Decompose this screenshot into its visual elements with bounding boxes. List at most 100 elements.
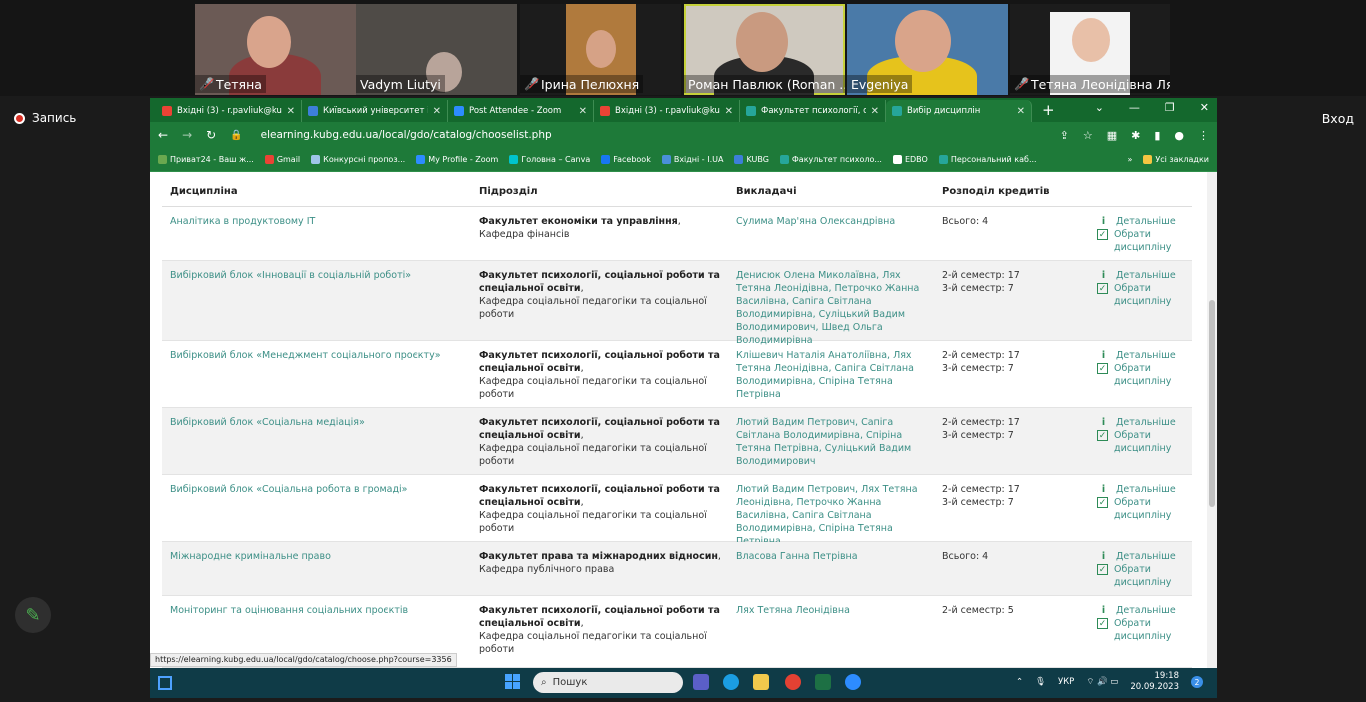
microphone-icon[interactable]: 🎙	[1035, 677, 1046, 687]
menu-kebab-icon[interactable]: ⋮	[1198, 129, 1209, 142]
teachers-links[interactable]: Сулима Мар'яна Олександрівна	[736, 215, 932, 228]
bookmark-item[interactable]: Приват24 - Ваш ж...	[158, 155, 254, 164]
participant-tile[interactable]: Evgeniya	[847, 4, 1008, 95]
participant-tile[interactable]: Vadym Liutyi	[356, 4, 517, 95]
close-tab-icon[interactable]: ✕	[433, 106, 441, 117]
more-bookmarks-button[interactable]: »	[1127, 155, 1132, 164]
participant-tile[interactable]: 🎤̸ Тетяна	[195, 4, 356, 95]
teams-icon[interactable]	[693, 674, 709, 690]
bookmark-item[interactable]: Головна – Canva	[509, 155, 590, 164]
reload-icon[interactable]: ↻	[206, 128, 216, 142]
scrollbar-thumb[interactable]	[1209, 300, 1215, 507]
bookmark-item[interactable]: Facebook	[601, 155, 651, 164]
discipline-link[interactable]: Аналітика в продуктовому IT	[170, 215, 470, 228]
maximize-icon[interactable]: ❐	[1165, 101, 1175, 114]
details-link[interactable]: i Детальніше	[1097, 269, 1187, 282]
bookmark-item[interactable]: Персональний каб...	[938, 155, 1037, 164]
discipline-link[interactable]: Вибірковий блок «Інновації в соціальній …	[170, 269, 470, 282]
teachers-links[interactable]: Лютий Вадим Петрович, Лях Тетяна Леоніді…	[736, 483, 932, 548]
discipline-link[interactable]: Вибірковий блок «Менеджмент соціального …	[170, 349, 470, 362]
windows-start-icon[interactable]	[505, 674, 520, 689]
chevron-up-icon[interactable]: ⌃	[1016, 677, 1023, 687]
details-link[interactable]: i Детальніше	[1097, 483, 1187, 496]
annotate-pencil-button[interactable]: ✎	[15, 597, 51, 633]
details-link[interactable]: i Детальніше	[1097, 550, 1187, 563]
details-link[interactable]: i Детальніше	[1097, 416, 1187, 429]
minimize-icon[interactable]: —	[1129, 101, 1140, 114]
credit-line: 2-й семестр: 17	[942, 350, 1020, 361]
file-explorer-icon[interactable]	[753, 674, 769, 690]
choose-discipline-link[interactable]: ✓ Обрати дисципліну	[1097, 282, 1187, 308]
close-tab-icon[interactable]: ✕	[725, 106, 733, 117]
teachers-links[interactable]: Денисюк Олена Миколаївна, Лях Тетяна Лео…	[736, 269, 932, 347]
choose-discipline-link[interactable]: ✓ Обрати дисципліну	[1097, 228, 1187, 254]
excel-icon[interactable]	[815, 674, 831, 690]
taskbar-search-box[interactable]: ⌕ Пошук	[533, 672, 683, 693]
bookmark-item[interactable]: Конкурсні пропоз...	[311, 155, 405, 164]
edge-icon[interactable]	[723, 674, 739, 690]
discipline-link[interactable]: Моніторинг та оцінювання соціальних проє…	[170, 604, 470, 617]
details-link[interactable]: i Детальніше	[1097, 604, 1187, 617]
url-field[interactable]: elearning.kubg.edu.ua/local/gdo/catalog/…	[261, 129, 552, 141]
extension-icon[interactable]: ▦	[1107, 129, 1117, 142]
new-tab-button[interactable]: +	[1032, 101, 1065, 122]
browser-tab-active[interactable]: Вибір дисциплін ✕	[886, 100, 1032, 122]
browser-tab[interactable]: Факультет психології, соціа ✕	[740, 100, 886, 122]
clock[interactable]: 19:18 20.09.2023	[1130, 671, 1179, 693]
bookmark-star-icon[interactable]: ☆	[1083, 129, 1093, 142]
exit-button[interactable]: Вход	[1322, 111, 1354, 126]
browser-tab[interactable]: Київський університет імені ✕	[302, 100, 448, 122]
participant-tile[interactable]: 🎤̸ Ірина Пелюхня	[520, 4, 681, 95]
details-link[interactable]: i Детальніше	[1097, 349, 1187, 362]
choose-discipline-link[interactable]: ✓ Обрати дисципліну	[1097, 496, 1187, 522]
puzzle-icon[interactable]: ✱	[1131, 129, 1140, 142]
teachers-links[interactable]: Лютий Вадим Петрович, Сапіга Світлана Во…	[736, 416, 932, 468]
discipline-link[interactable]: Вибірковий блок «Соціальна медіація»	[170, 416, 470, 429]
language-indicator[interactable]: УКР	[1058, 677, 1074, 687]
profile-avatar[interactable]: ●	[1174, 129, 1184, 142]
all-bookmarks-button[interactable]: Усі закладки	[1143, 155, 1209, 164]
globe-icon	[892, 155, 902, 164]
discipline-link[interactable]: Вибірковий блок «Соціальна робота в гром…	[170, 483, 470, 496]
notification-badge[interactable]: 2	[1191, 676, 1203, 688]
bookmark-item[interactable]: Вхідні - I.UA	[661, 155, 723, 164]
browser-tab[interactable]: Вхідні (3) - r.pavliuk@kubg ✕	[156, 100, 302, 122]
department-cell: Факультет психології, соціальної роботи …	[479, 350, 720, 400]
forward-arrow-icon[interactable]: →	[182, 128, 192, 142]
chrome-icon[interactable]	[785, 674, 801, 690]
close-tab-icon[interactable]: ✕	[287, 106, 295, 117]
bookmark-item[interactable]: KUBG	[734, 155, 769, 164]
participant-tile[interactable]: 🎤̸ Тетяна Леонідівна Лях	[1010, 4, 1170, 95]
close-tab-icon[interactable]: ✕	[871, 106, 879, 117]
chevron-down-icon[interactable]: ⌄	[1095, 101, 1104, 114]
zoom-icon[interactable]	[845, 674, 861, 690]
bookmark-item[interactable]: EDBO	[892, 155, 928, 164]
checkbox-icon: ✓	[1097, 430, 1108, 441]
teachers-links[interactable]: Клішевич Наталія Анатоліївна, Лях Тетяна…	[736, 349, 932, 401]
close-icon[interactable]: ✕	[1200, 101, 1209, 114]
choose-discipline-link[interactable]: ✓ Обрати дисципліну	[1097, 617, 1187, 643]
choose-discipline-link[interactable]: ✓ Обрати дисципліну	[1097, 429, 1187, 455]
vertical-scrollbar[interactable]	[1207, 172, 1217, 668]
close-tab-icon[interactable]: ✕	[579, 106, 587, 117]
choose-discipline-link[interactable]: ✓ Обрати дисципліну	[1097, 362, 1187, 388]
task-view-icon[interactable]	[158, 676, 172, 690]
bookmark-item[interactable]: My Profile - Zoom	[416, 155, 498, 164]
teachers-links[interactable]: Власова Ганна Петрівна	[736, 550, 932, 563]
participant-tile-active-speaker[interactable]: Роман Павлюк (Roman ...	[684, 4, 845, 95]
teachers-links[interactable]: Лях Тетяна Леонідівна	[736, 604, 932, 617]
discipline-link[interactable]: Міжнародне кримінальне право	[170, 550, 470, 563]
bookmark-item[interactable]: Gmail	[264, 155, 300, 164]
browser-tab[interactable]: Вхідні (3) - r.pavliuk@kubg ✕	[594, 100, 740, 122]
wifi-volume-battery-icon[interactable]: ⌔ 🔊 ▭	[1086, 677, 1118, 687]
side-panel-icon[interactable]: ▮	[1154, 129, 1160, 142]
browser-tab[interactable]: Post Attendee - Zoom ✕	[448, 100, 594, 122]
recording-indicator[interactable]: Запись	[14, 111, 76, 125]
bookmark-item[interactable]: Факультет психоло...	[779, 155, 882, 164]
close-tab-icon[interactable]: ✕	[1017, 106, 1025, 117]
share-icon[interactable]: ⇪	[1060, 129, 1069, 142]
choose-discipline-link[interactable]: ✓ Обрати дисципліну	[1097, 563, 1187, 589]
back-arrow-icon[interactable]: ←	[158, 128, 168, 142]
details-label: Детальніше	[1116, 551, 1176, 562]
details-link[interactable]: i Детальніше	[1097, 215, 1187, 228]
